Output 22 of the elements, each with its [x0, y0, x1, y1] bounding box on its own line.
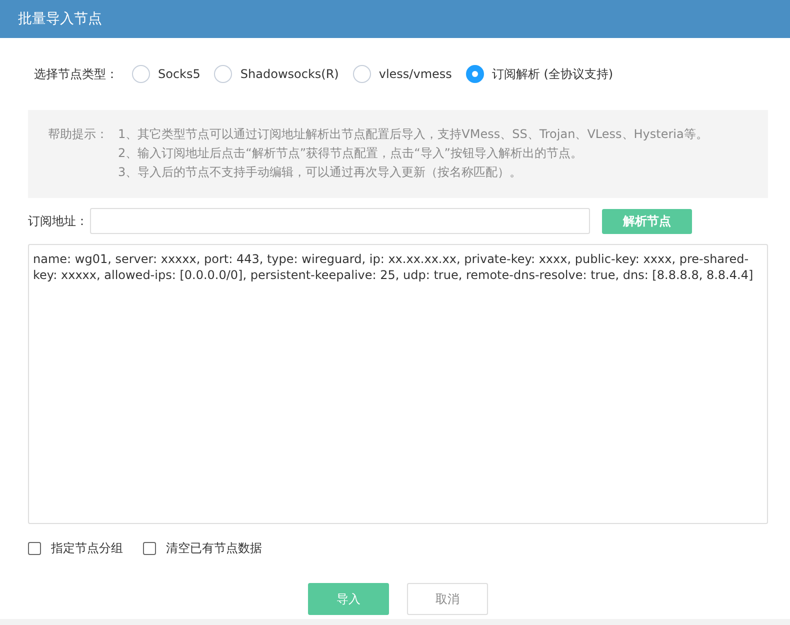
subscription-label: 订阅地址： — [28, 212, 88, 230]
radio-option[interactable]: Shadowsocks(R) — [214, 65, 339, 83]
help-text: 3、导入后的节点不支持手动编辑，可以通过再次导入更新（按名称匹配）。 — [118, 164, 523, 181]
radio-option[interactable]: vless/vmess — [352, 65, 452, 83]
radio-icon[interactable] — [352, 65, 371, 83]
checkbox-option[interactable]: 清空已有节点数据 — [143, 540, 262, 557]
checkbox[interactable] — [143, 542, 156, 555]
checkbox[interactable] — [28, 542, 41, 555]
checkbox-option[interactable]: 指定节点分组 — [28, 540, 123, 557]
radio-icon[interactable] — [132, 65, 150, 83]
window-title: 批量导入节点 — [18, 10, 102, 28]
radio-icon[interactable] — [214, 65, 232, 83]
radio-option[interactable]: Socks5 — [132, 65, 200, 83]
subscription-input[interactable] — [90, 208, 590, 234]
config-textarea[interactable]: name: wg01, server: xxxxx, port: 443, type: wireguard, ip: xx.xx.xx.xx, private-key: xxxx, public-key: xxxx, pre-shared-key: xxxxx, allowed-ips: [0.0.0.0/0], persistent-keepalive: 25, udp: true, remote-dns-resolve: true, dns: [8.8.8.8, 8.8.4.4] — [28, 244, 768, 524]
help-label: 帮助提示： — [48, 126, 109, 143]
cancel-button[interactable]: 取消 — [407, 583, 488, 615]
radio-icon[interactable] — [466, 65, 484, 83]
help-text: 2、输入订阅地址后点击“解析节点”获得节点配置，点击“导入”按钮导入解析出的节点。 — [118, 145, 584, 162]
help-text: 1、其它类型节点可以通过订阅地址解析出节点配置后导入，支持VMess、SS、Trojan、VLess、Hysteria等。 — [118, 126, 708, 143]
node-type-label: 选择节点类型： — [34, 66, 118, 82]
radio-option[interactable]: 订阅解析 (全协议支持) — [466, 65, 614, 83]
